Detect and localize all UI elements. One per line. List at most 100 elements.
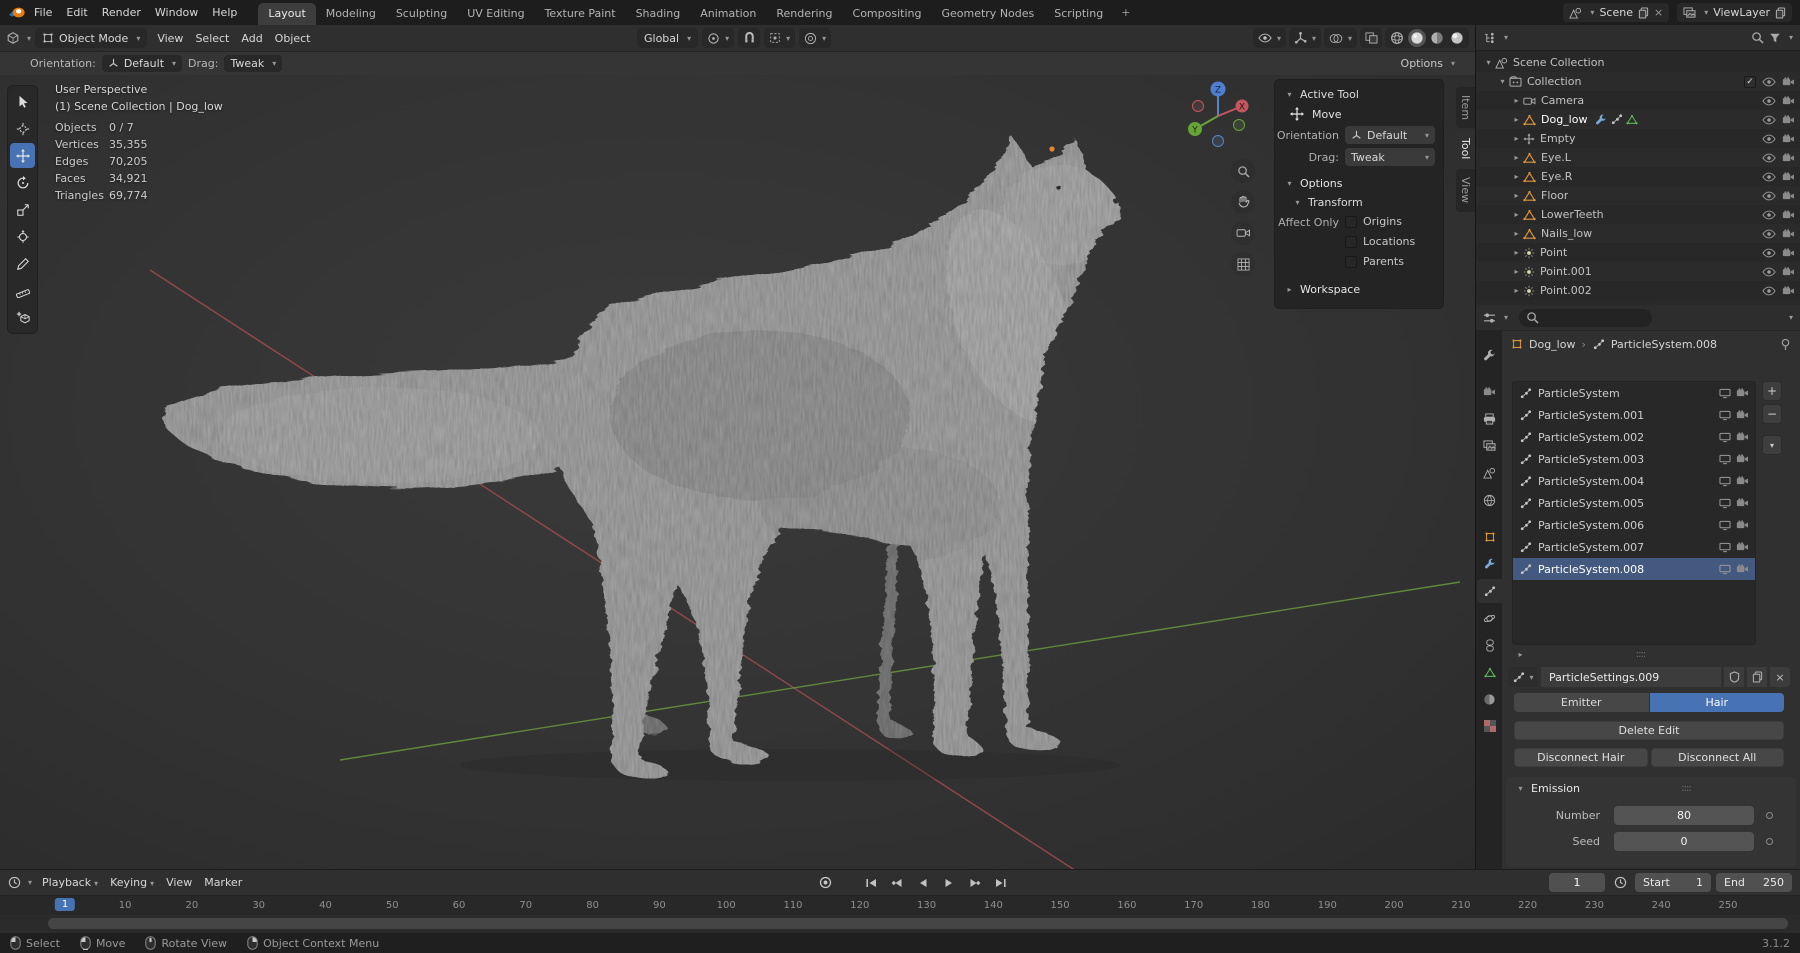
properties-tab-constraints[interactable]: [1477, 633, 1502, 657]
tool-select-box[interactable]: [10, 89, 35, 114]
blender-logo-icon[interactable]: [8, 6, 25, 19]
particle-system-row-particlesystem-003[interactable]: ParticleSystem.003: [1513, 448, 1755, 470]
tool-measure[interactable]: [10, 278, 35, 303]
properties-editor-icon[interactable]: [1483, 312, 1496, 324]
render-toggle-icon[interactable]: [1782, 114, 1795, 125]
render-toggle-icon[interactable]: [1736, 520, 1749, 531]
particle-system-row-particlesystem-005[interactable]: ParticleSystem.005: [1513, 492, 1755, 514]
outliner-row-scene-collection[interactable]: ▾ Scene Collection: [1476, 53, 1800, 72]
outliner-row-lowerteeth[interactable]: ▸ LowerTeeth: [1476, 205, 1800, 224]
panel-drag-handle[interactable]: ::::: [1636, 649, 1647, 660]
render-toggle-icon[interactable]: [1782, 133, 1795, 144]
outliner-row-eye-l[interactable]: ▸ Eye.L: [1476, 148, 1800, 167]
particle-system-row-particlesystem-007[interactable]: ParticleSystem.007: [1513, 536, 1755, 558]
properties-tab-texture[interactable]: [1477, 714, 1502, 738]
tool-rotate[interactable]: [10, 170, 35, 195]
breadcrumb-datablock[interactable]: ParticleSystem.008: [1611, 338, 1717, 351]
emission-panel-header[interactable]: ▾ Emission ::::: [1506, 777, 1796, 799]
checkbox-locations[interactable]: Locations: [1345, 234, 1415, 249]
field-seed[interactable]: 0: [1614, 831, 1754, 851]
menu-file[interactable]: File: [27, 4, 59, 21]
fake-user-button[interactable]: [1724, 667, 1744, 687]
wolf-model[interactable]: [164, 136, 1121, 779]
pivot-dropdown[interactable]: ▾: [702, 28, 735, 48]
timeline-menu-view[interactable]: View: [160, 874, 198, 891]
viewport-menu-add[interactable]: Add: [235, 30, 268, 47]
animate-decorator[interactable]: [1766, 811, 1773, 819]
render-toggle-icon[interactable]: [1736, 432, 1749, 443]
render-toggle-icon[interactable]: [1782, 209, 1795, 220]
new-scene-icon[interactable]: [1638, 6, 1649, 19]
properties-tab-physics[interactable]: [1477, 606, 1502, 630]
outliner-row-dog-low[interactable]: ▸ Dog_low: [1476, 110, 1800, 129]
active-tool-section-header[interactable]: ▾ Active Tool: [1275, 85, 1443, 104]
workspace-tab-geometry-nodes[interactable]: Geometry Nodes: [931, 3, 1044, 25]
jump-to-end-button[interactable]: [991, 874, 1011, 892]
outliner-filter-chevron[interactable]: ▾: [1789, 33, 1793, 42]
hide-toggle-icon[interactable]: [1762, 134, 1776, 144]
outliner-row-nails-low[interactable]: ▸ Nails_low: [1476, 224, 1800, 243]
collection-checkbox[interactable]: ✓: [1744, 75, 1756, 88]
gizmos-dropdown[interactable]: ▾: [1288, 28, 1321, 48]
workspace-tab-sculpting[interactable]: Sculpting: [386, 3, 457, 25]
properties-tab-data[interactable]: [1477, 660, 1502, 684]
hide-toggle-icon[interactable]: [1762, 153, 1776, 163]
display-toggle-icon[interactable]: [1719, 410, 1731, 421]
properties-tab-tool[interactable]: [1477, 343, 1502, 367]
viewport-menu-select[interactable]: Select: [189, 30, 235, 47]
pin-icon[interactable]: [1780, 338, 1791, 351]
navigation-gizmo[interactable]: Z Y X: [1184, 79, 1252, 149]
hide-toggle-icon[interactable]: [1762, 229, 1776, 239]
render-toggle-icon[interactable]: [1782, 247, 1795, 258]
workspace-tab-modeling[interactable]: Modeling: [316, 3, 386, 25]
timeline-editor-icon[interactable]: [8, 876, 21, 889]
pan-button[interactable]: [1231, 190, 1255, 214]
properties-tab-output[interactable]: [1477, 407, 1502, 431]
checkbox-parents[interactable]: Parents: [1345, 254, 1415, 269]
display-toggle-icon[interactable]: [1719, 564, 1731, 575]
workspace-tab-shading[interactable]: Shading: [626, 3, 691, 25]
sidebar-tab-tool[interactable]: Tool: [1456, 130, 1475, 168]
render-toggle-icon[interactable]: [1736, 542, 1749, 553]
properties-tab-world[interactable]: [1477, 488, 1502, 512]
viewlayer-selector[interactable]: ▾ ViewLayer: [1677, 3, 1792, 22]
outliner-row-eye-r[interactable]: ▸ Eye.R: [1476, 167, 1800, 186]
checkbox-origins[interactable]: Origins: [1345, 214, 1415, 229]
add-particle-system-button[interactable]: +: [1762, 381, 1782, 401]
copy-settings-button[interactable]: [1747, 667, 1767, 687]
timeline-menu-playback[interactable]: Playback ▾: [36, 874, 104, 891]
outliner-row-point-001[interactable]: ▸ Point.001: [1476, 262, 1800, 281]
particle-system-row-particlesystem[interactable]: ParticleSystem: [1513, 382, 1755, 404]
orientation-dropdown[interactable]: Default ▾: [101, 55, 183, 72]
play-button[interactable]: [939, 874, 959, 892]
menu-render[interactable]: Render: [95, 4, 148, 21]
render-toggle-icon[interactable]: [1782, 190, 1795, 201]
properties-tab-view-layer[interactable]: [1477, 434, 1502, 458]
grid-view-button[interactable]: [1231, 252, 1255, 276]
list-expand-arrow[interactable]: ▸: [1514, 650, 1527, 659]
disconnect-all-button[interactable]: Disconnect All: [1650, 748, 1784, 767]
tool-move[interactable]: [10, 143, 35, 168]
sidebar-tab-item[interactable]: Item: [1456, 87, 1475, 129]
timeline-ruler[interactable]: 1 10 20 30 40 50 60 70 80 90 100 110 120 130 140 150 16…: [0, 894, 1800, 916]
particle-system-row-particlesystem-001[interactable]: ParticleSystem.001: [1513, 404, 1755, 426]
np-drag-dropdown[interactable]: Tweak ▾: [1345, 148, 1435, 166]
tool-transform[interactable]: [10, 224, 35, 249]
outliner-row-point-002[interactable]: ▸ Point.002: [1476, 281, 1800, 300]
render-toggle-icon[interactable]: [1736, 454, 1749, 465]
overlays-dropdown[interactable]: ▾: [1323, 28, 1357, 48]
emission-drag-handle[interactable]: ::::: [1681, 783, 1692, 794]
particle-system-row-particlesystem-006[interactable]: ParticleSystem.006: [1513, 514, 1755, 536]
remove-particle-system-button[interactable]: −: [1762, 404, 1782, 424]
render-toggle-icon[interactable]: [1782, 228, 1795, 239]
mode-dropdown[interactable]: Object Mode ▾: [35, 28, 148, 48]
render-toggle-icon[interactable]: [1736, 564, 1749, 575]
render-toggle-icon[interactable]: [1736, 476, 1749, 487]
render-toggle-icon[interactable]: [1782, 76, 1795, 87]
gizmo-z-neg-axis[interactable]: [1212, 135, 1224, 147]
jump-to-start-button[interactable]: [861, 874, 881, 892]
unlink-settings-button[interactable]: ×: [1770, 667, 1790, 687]
properties-tab-particles[interactable]: [1477, 579, 1502, 603]
display-toggle-icon[interactable]: [1719, 498, 1731, 509]
properties-filter-chevron[interactable]: ▾: [1789, 313, 1793, 322]
